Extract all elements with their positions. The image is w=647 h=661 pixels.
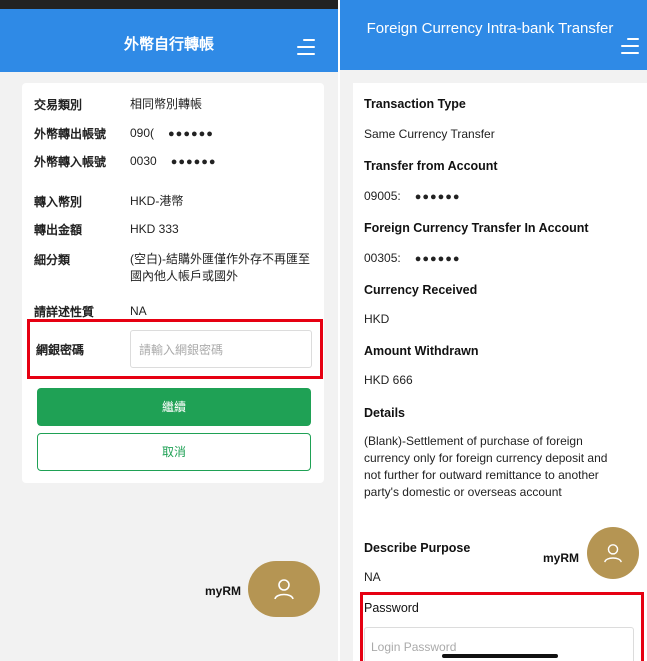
password-label: 網銀密碼 (36, 343, 85, 357)
page-title: Foreign Currency Intra-bank Transfer (366, 20, 614, 37)
row-value: 相同幣別轉帳 (130, 97, 203, 111)
header-bar: 外幣自行轉帳 (0, 9, 338, 72)
row-value: (空白)-結購外匯僅作外存不再匯至國內他人帳戶或國外 (130, 252, 310, 283)
row-value: HKD 333 (130, 222, 179, 236)
masked-digits: ●●●●●● (168, 128, 214, 140)
continue-button[interactable]: 繼續 (37, 388, 311, 426)
masked-digits: ●●●●●● (414, 191, 461, 203)
field-value: 00305: ●●●●●● (364, 251, 461, 265)
myrm-label: myRM (205, 584, 242, 598)
password-input[interactable]: 請輸入網銀密碼 (130, 330, 312, 368)
masked-digits: ●●●●●● (170, 156, 217, 168)
row-label: 細分類 (34, 253, 71, 267)
row-label: 交易類別 (34, 98, 83, 112)
row-label: 外幣轉出帳號 (34, 127, 107, 141)
field-value: HKD (364, 312, 390, 326)
right-screen: Foreign Currency Intra-bank Transfer Tra… (340, 0, 647, 661)
header-bar: Foreign Currency Intra-bank Transfer (340, 0, 647, 70)
field-label: Details (364, 406, 405, 420)
field-value: HKD 666 (364, 373, 413, 387)
row-value: HKD-港幣 (130, 194, 184, 208)
myrm-label: myRM (543, 551, 580, 565)
field-value: 09005: ●●●●●● (364, 189, 461, 203)
page-title: 外幣自行轉帳 (123, 36, 214, 53)
field-value: Same Currency Transfer (364, 127, 495, 141)
field-value: (Blank)-Settlement of purchase of foreig… (364, 434, 608, 499)
row-value: 0030 ●●●●●● (130, 154, 217, 168)
row-value: NA (130, 304, 147, 318)
row-label: 外幣轉入帳號 (34, 155, 107, 169)
field-label: Transfer from Account (364, 159, 498, 173)
myrm-avatar-button[interactable] (587, 527, 639, 579)
status-bar (0, 0, 338, 9)
field-label: Describe Purpose (364, 541, 471, 555)
left-screen: 外幣自行轉帳 交易類別 相同幣別轉帳 外幣轉出帳號 090(●●●●●● 外幣轉… (0, 0, 338, 661)
person-icon (274, 579, 294, 600)
row-label: 轉入幣別 (34, 195, 83, 209)
person-icon (604, 544, 622, 563)
masked-digits: ●●●●●● (414, 253, 461, 265)
myrm-avatar-button[interactable] (248, 561, 320, 617)
cancel-button[interactable]: 取消 (37, 433, 311, 471)
field-label: Currency Received (364, 283, 478, 297)
field-label: Amount Withdrawn (364, 344, 479, 358)
row-value: 090(●●●●●● (130, 126, 214, 140)
hamburger-menu-icon[interactable] (295, 36, 315, 58)
hamburger-menu-icon[interactable] (619, 38, 639, 60)
field-label: Transaction Type (364, 97, 466, 111)
field-value: NA (364, 570, 381, 584)
row-label: 轉出金額 (34, 223, 83, 237)
field-label: Foreign Currency Transfer In Account (364, 221, 589, 235)
row-label: 請詳述性質 (34, 305, 95, 319)
home-indicator (442, 654, 558, 658)
